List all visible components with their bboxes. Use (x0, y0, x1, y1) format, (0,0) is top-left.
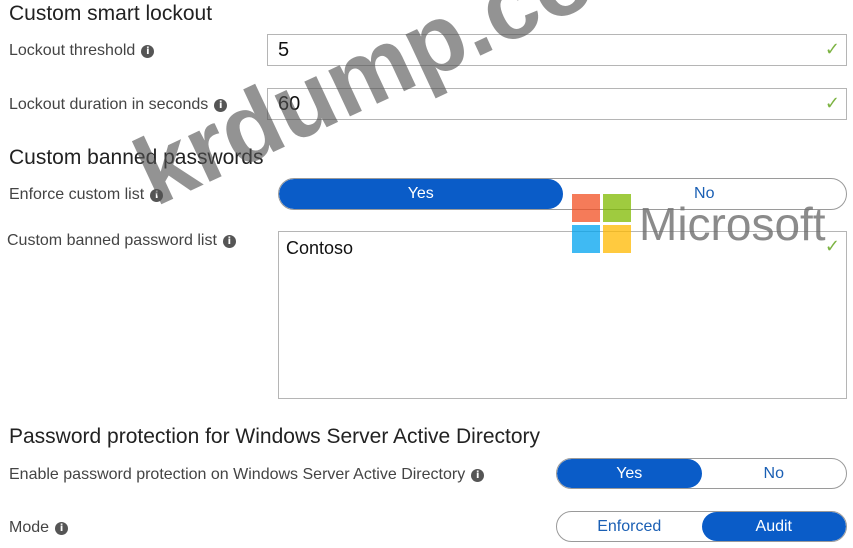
checkmark-icon: ✓ (824, 39, 840, 60)
info-icon[interactable]: i (55, 521, 69, 535)
lockout-threshold-input[interactable]: 5 ✓ (267, 34, 847, 66)
enforce-custom-list-label-text: Enforce custom list (9, 186, 145, 203)
lockout-duration-input[interactable]: 60 ✓ (267, 88, 847, 120)
lockout-duration-label-text: Lockout duration in seconds (9, 96, 209, 113)
section-title-smart-lockout: Custom smart lockout (9, 2, 213, 25)
checkmark-icon: ✓ (824, 236, 840, 257)
enable-ad-yes-option[interactable]: Yes (557, 459, 702, 488)
mode-label: Mode i (9, 519, 69, 537)
mode-toggle[interactable]: Enforced Audit (556, 511, 847, 542)
enforce-yes-option[interactable]: Yes (279, 179, 563, 209)
checkmark-icon: ✓ (824, 93, 840, 114)
info-icon[interactable]: i (150, 188, 164, 202)
enable-ad-protection-label-text: Enable password protection on Windows Se… (9, 466, 466, 483)
banned-list-textarea[interactable]: Contoso ✓ (278, 231, 847, 399)
lockout-threshold-value: 5 (278, 39, 290, 61)
lockout-duration-label: Lockout duration in seconds i (9, 96, 228, 114)
info-icon[interactable]: i (222, 234, 236, 248)
enable-ad-protection-toggle[interactable]: Yes No (556, 458, 847, 489)
section-title-banned-passwords: Custom banned passwords (9, 146, 264, 169)
lockout-threshold-label-text: Lockout threshold (9, 42, 136, 59)
enforce-custom-list-label: Enforce custom list i (9, 186, 164, 204)
mode-enforced-option[interactable]: Enforced (557, 512, 702, 541)
enable-ad-no-option[interactable]: No (702, 459, 847, 488)
enforce-no-option[interactable]: No (563, 179, 847, 209)
banned-list-label-text: Custom banned password list (7, 232, 217, 249)
mode-label-text: Mode (9, 519, 50, 536)
info-icon[interactable]: i (141, 44, 155, 58)
lockout-duration-value: 60 (278, 93, 301, 115)
info-icon[interactable]: i (214, 98, 228, 112)
enforce-custom-list-toggle[interactable]: Yes No (278, 178, 847, 210)
lockout-threshold-label: Lockout threshold i (9, 42, 155, 60)
section-title-ad-protection: Password protection for Windows Server A… (9, 425, 541, 448)
banned-list-value: Contoso (286, 238, 354, 258)
banned-list-label: Custom banned password list i (7, 232, 236, 250)
info-icon[interactable]: i (471, 468, 485, 482)
enable-ad-protection-label: Enable password protection on Windows Se… (9, 466, 485, 484)
mode-audit-option[interactable]: Audit (701, 512, 846, 541)
